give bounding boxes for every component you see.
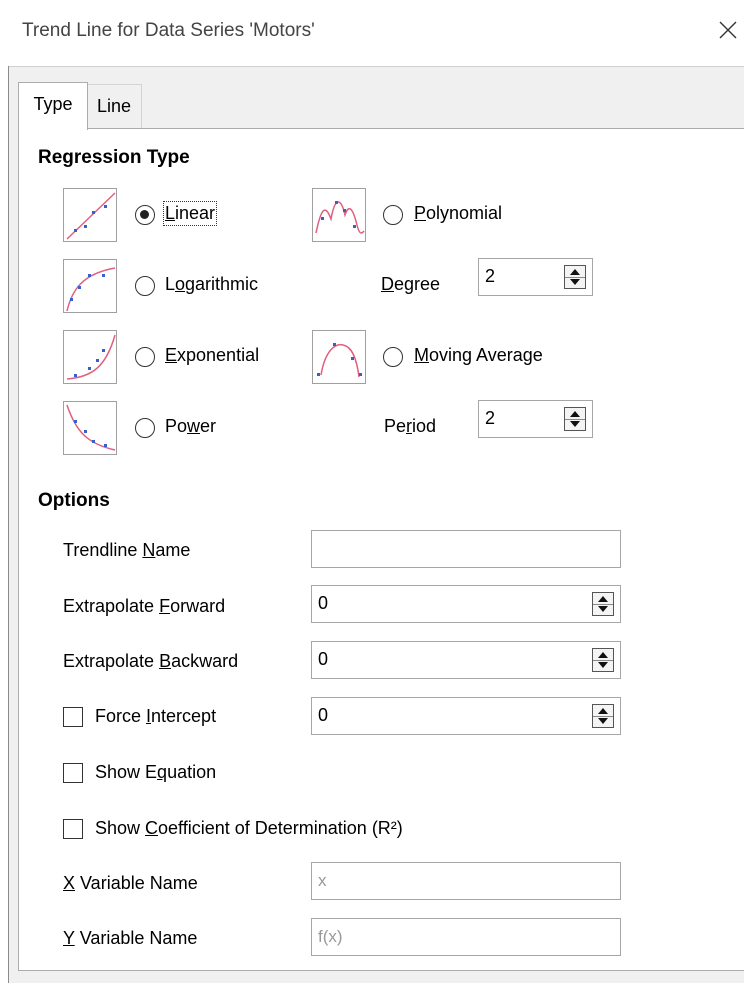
moving-average-label[interactable]: Moving Average [414,345,543,366]
linear-label[interactable]: Linear [162,201,218,226]
logarithmic-radio[interactable] [135,276,155,296]
power-label[interactable]: Power [165,416,216,437]
force-intercept-value[interactable]: 0 [318,705,328,726]
x-variable-name-label: X Variable Name [63,873,198,893]
degree-label: Degree [381,274,441,294]
period-spin-button[interactable] [564,407,586,431]
force-intercept-spin-button[interactable] [592,704,614,728]
frame-left-border [8,66,9,983]
title-bar: Trend Line for Data Series 'Motors' [0,0,744,66]
polynomial-radio[interactable] [383,205,403,225]
show-r2-checkbox[interactable] [63,819,83,839]
exponential-radio[interactable] [135,347,155,367]
period-spinbox[interactable]: 2 [478,400,593,438]
power-trend-icon [63,401,117,455]
regression-type-heading: Regression Type [38,147,190,168]
linear-radio[interactable] [135,205,155,225]
force-intercept-checkbox[interactable] [63,707,83,727]
extrapolate-backward-value[interactable]: 0 [318,649,328,670]
y-variable-name-label: Y Variable Name [63,928,198,948]
y-variable-placeholder: f(x) [318,927,343,946]
degree-value[interactable]: 2 [485,266,495,287]
extrapolate-forward-spin-button[interactable] [592,592,614,616]
polynomial-label[interactable]: Polynomial [414,203,502,224]
extrapolate-backward-spin-button[interactable] [592,648,614,672]
degree-spinbox[interactable]: 2 [478,258,593,296]
window-title: Trend Line for Data Series 'Motors' [22,20,315,41]
linear-trend-icon [63,188,117,242]
tab-type[interactable]: Type [18,82,88,130]
moving-average-trend-icon [312,330,366,384]
extrapolate-forward-spinbox[interactable]: 0 [311,585,621,623]
show-equation-checkbox[interactable] [63,763,83,783]
x-variable-placeholder: x [318,871,327,890]
show-r2-label[interactable]: Show Coefficient of Determination (R²) [95,818,403,839]
exponential-trend-icon [63,330,117,384]
trendline-name-input[interactable] [311,530,621,568]
logarithmic-trend-icon [63,259,117,313]
extrapolate-backward-label: Extrapolate Backward [63,651,239,671]
period-value[interactable]: 2 [485,408,495,429]
power-radio[interactable] [135,418,155,438]
trendline-name-label: Trendline Name [63,540,191,560]
force-intercept-spinbox[interactable]: 0 [311,697,621,735]
y-variable-name-input[interactable]: f(x) [311,918,621,956]
show-equation-label[interactable]: Show Equation [95,762,216,783]
extrapolate-backward-spinbox[interactable]: 0 [311,641,621,679]
logarithmic-label[interactable]: Logarithmic [165,274,258,295]
x-variable-name-input[interactable]: x [311,862,621,900]
tab-line[interactable]: Line [86,84,142,128]
force-intercept-label[interactable]: Force Intercept [95,706,216,727]
extrapolate-forward-label: Extrapolate Forward [63,596,226,616]
polynomial-trend-icon [312,188,366,242]
close-icon[interactable] [716,18,740,42]
moving-average-radio[interactable] [383,347,403,367]
extrapolate-forward-value[interactable]: 0 [318,593,328,614]
degree-spin-button[interactable] [564,265,586,289]
period-label: Period [384,416,437,436]
options-heading: Options [38,490,110,511]
exponential-label[interactable]: Exponential [165,345,259,366]
